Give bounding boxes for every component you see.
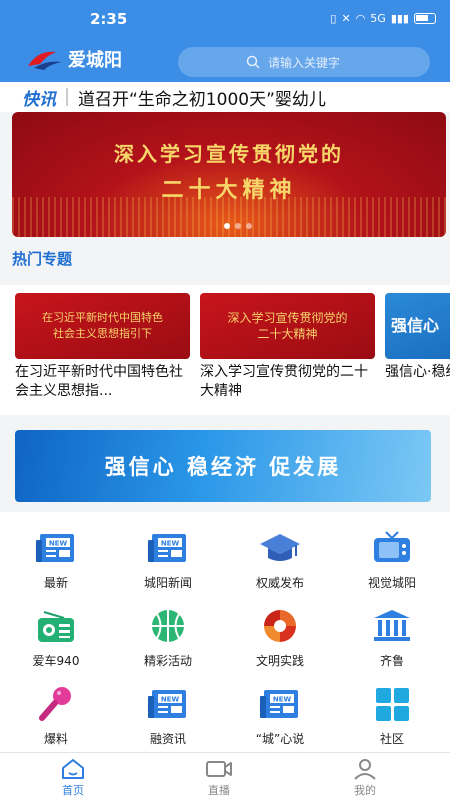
tab-home[interactable]: 首页 — [33, 757, 113, 798]
tab-label: 我的 — [354, 784, 376, 797]
tab-live[interactable]: 直播 — [179, 757, 259, 798]
grid-item-label: 权威发布 — [255, 576, 304, 590]
grid-item-label: 社区 — [379, 732, 404, 746]
grid-item-car-radio[interactable]: 爱车940 — [0, 598, 112, 678]
grid-item-city-talk[interactable]: NEW “城”心说 — [224, 676, 336, 756]
grid-icon — [376, 688, 409, 721]
topic-title: 深入学习宣传贯彻党的二十大精神 — [200, 364, 368, 399]
topic-title: 在习近平新时代中国特色社会主义思想指... — [15, 364, 183, 399]
status-time: 2:35 — [90, 10, 128, 28]
basketball-icon — [152, 610, 184, 642]
battery-icon — [414, 13, 436, 24]
radio-icon — [38, 611, 74, 642]
signal-icon: ▮▮▮ — [390, 12, 409, 25]
svg-text:NEW: NEW — [49, 540, 68, 548]
microphone-icon — [39, 687, 71, 721]
nfc-icon: ▯ — [330, 12, 337, 25]
hot-topics-list: 在习近平新时代中国特色 社会主义思想指引下 在习近平新时代中国特色社会主义思想指… — [0, 285, 450, 415]
grid-item-city-news[interactable]: NEW 城阳新闻 — [112, 520, 224, 600]
promo-text: 强信心 稳经济 促发展 — [104, 455, 342, 479]
grid-item-label: 爆料 — [43, 732, 68, 746]
function-grid: NEW 最新 NEW 城阳新闻 权威发布 视觉城阳 爱车940 精彩活动 文明实… — [0, 512, 450, 752]
banner-line-1: 深入学习宣传贯彻党的 — [114, 142, 344, 166]
news-icon: NEW — [260, 690, 298, 718]
building-icon — [374, 610, 410, 641]
topic-thumb-line: 在习近平新时代中国特色 — [42, 311, 163, 324]
grid-item-label: 齐鲁 — [379, 654, 404, 668]
topic-thumbnail: 强信心 — [385, 293, 450, 359]
grid-item-label: 视觉城阳 — [367, 576, 416, 590]
grid-item-official-release[interactable]: 权威发布 — [224, 520, 336, 600]
banner-line-2: 二十大精神 — [161, 177, 297, 203]
carousel-dot[interactable] — [246, 223, 252, 229]
news-icon: NEW — [148, 534, 186, 562]
news-icon: NEW — [36, 534, 74, 562]
topic-card[interactable]: 强信心 强信心·稳经济·促发展 — [385, 293, 450, 382]
grid-item-activities[interactable]: 精彩活动 — [112, 598, 224, 678]
status-icons: ▯ ✕ ◠ 5G ▮▮▮ — [330, 12, 436, 25]
grid-item-latest[interactable]: NEW 最新 — [0, 520, 112, 600]
ticker-divider — [66, 88, 68, 106]
search-bar[interactable]: 请输入关键字 — [178, 47, 430, 77]
grid-item-label: 文明实践 — [255, 654, 304, 668]
topic-thumb-line: 深入学习宣传贯彻党的 — [227, 311, 348, 325]
search-placeholder: 请输入关键字 — [268, 55, 341, 70]
wifi-icon: ◠ — [355, 12, 366, 25]
news-icon: NEW — [148, 690, 186, 718]
topic-thumb-line: 强信心 — [391, 316, 440, 335]
tv-icon — [374, 531, 410, 562]
grid-item-label: 爱车940 — [32, 654, 80, 668]
carousel-dot[interactable] — [235, 223, 241, 229]
app-name: 爱城阳 — [68, 50, 122, 71]
user-icon — [354, 759, 376, 780]
grid-item-label: 融资讯 — [149, 732, 186, 746]
ticker-label: 快讯 — [22, 89, 56, 110]
grid-item-label: 城阳新闻 — [143, 576, 192, 590]
grid-item-label: “城”心说 — [255, 732, 305, 746]
network-label: 5G — [370, 12, 386, 25]
topic-card[interactable]: 在习近平新时代中国特色 社会主义思想指引下 在习近平新时代中国特色社会主义思想指… — [15, 293, 190, 401]
search-icon — [246, 55, 260, 69]
grid-item-community[interactable]: 社区 — [336, 676, 448, 756]
bottom-tab-bar: 首页 直播 我的 — [0, 752, 450, 800]
topic-thumb-line: 社会主义思想指引下 — [53, 327, 152, 340]
home-icon — [62, 759, 84, 779]
news-ticker[interactable]: 快讯 道召开“生命之初1000天”婴幼儿 — [0, 82, 450, 112]
mute-icon: ✕ — [341, 12, 351, 25]
grid-item-finance-news[interactable]: NEW 融资讯 — [112, 676, 224, 756]
grid-item-label: 最新 — [43, 576, 68, 590]
carousel-dots — [224, 223, 252, 229]
video-camera-icon — [206, 761, 232, 777]
grid-item-label: 精彩活动 — [143, 654, 192, 668]
app-header: 爱城阳 请输入关键字 — [0, 40, 450, 82]
promo-banner[interactable]: 强信心 稳经济 促发展 — [15, 430, 431, 502]
status-bar: 2:35 ▯ ✕ ◠ 5G ▮▮▮ — [0, 0, 450, 40]
grid-item-civilization-practice[interactable]: 文明实践 — [224, 598, 336, 678]
hot-topics-title: 热门专题 — [12, 250, 73, 268]
carousel-dot[interactable] — [224, 223, 230, 229]
topic-thumb-line: 二十大精神 — [257, 327, 318, 341]
grid-item-tip-off[interactable]: 爆料 — [0, 676, 112, 756]
topic-title: 强信心·稳经济·促发展 — [385, 364, 450, 380]
topic-thumbnail: 在习近平新时代中国特色 社会主义思想指引下 — [15, 293, 190, 359]
svg-text:NEW: NEW — [273, 696, 292, 704]
svg-text:NEW: NEW — [161, 696, 180, 704]
tab-label: 直播 — [208, 784, 230, 797]
grid-item-qilu[interactable]: 齐鲁 — [336, 598, 448, 678]
grid-item-visual-chengyang[interactable]: 视觉城阳 — [336, 520, 448, 600]
ticker-text[interactable]: 道召开“生命之初1000天”婴幼儿 — [78, 85, 326, 110]
graduation-cap-icon — [260, 534, 300, 561]
tab-label: 首页 — [62, 784, 84, 797]
topic-thumbnail: 深入学习宣传贯彻党的 二十大精神 — [200, 293, 375, 359]
topic-card[interactable]: 深入学习宣传贯彻党的 二十大精神 深入学习宣传贯彻党的二十大精神 — [200, 293, 375, 401]
emblem-icon — [264, 610, 296, 642]
logo-mark-icon — [28, 51, 62, 70]
app-logo: 爱城阳 — [26, 46, 122, 72]
hero-banner[interactable]: 深入学习宣传贯彻党的 二十大精神 — [12, 112, 446, 237]
tab-profile[interactable]: 我的 — [325, 757, 405, 798]
svg-text:NEW: NEW — [161, 540, 180, 548]
